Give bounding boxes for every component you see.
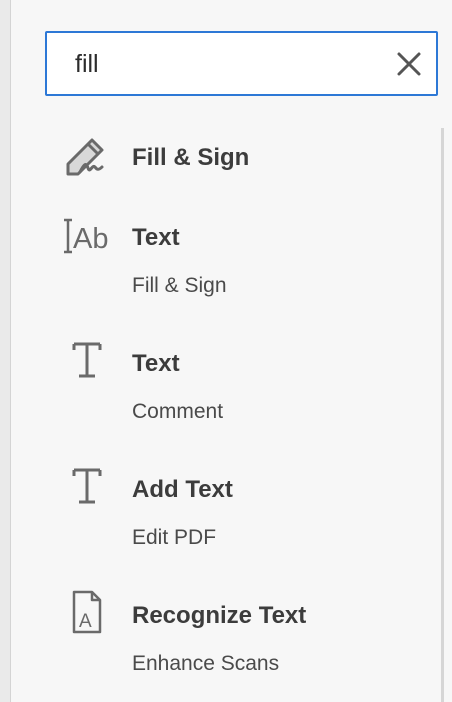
result-title: Recognize Text (132, 602, 307, 629)
result-title: Fill & Sign (132, 144, 250, 171)
result-add-text[interactable]: Add Text Edit PDF (10, 464, 440, 564)
text-t-icon (72, 468, 102, 504)
result-subtitle: Edit PDF (132, 526, 217, 549)
search-input[interactable] (75, 47, 375, 81)
fill-sign-pen-icon (66, 138, 104, 176)
recognize-text-document-icon: A (72, 590, 102, 634)
text-t-icon (72, 342, 102, 378)
result-subtitle: Enhance Scans (132, 652, 280, 675)
svg-text:Ab: Ab (73, 223, 108, 255)
text-field-ab-icon: Ab (64, 218, 108, 255)
search-results-list: Fill & Sign Ab Text Fill & Sign Text Com… (10, 128, 442, 702)
result-title: Text (132, 350, 180, 377)
search-box[interactable] (45, 31, 438, 96)
svg-text:A: A (79, 611, 92, 632)
result-fill-and-sign[interactable]: Fill & Sign (10, 128, 440, 194)
result-title: Add Text (132, 476, 233, 503)
close-icon (397, 52, 421, 76)
result-text-fill-sign[interactable]: Ab Text Fill & Sign (10, 212, 440, 312)
clear-search-button[interactable] (396, 51, 422, 77)
result-title: Text (132, 224, 180, 251)
result-text-comment[interactable]: Text Comment (10, 338, 440, 438)
result-recognize-text[interactable]: A Recognize Text Enhance Scans (10, 590, 440, 690)
result-subtitle: Comment (132, 400, 224, 423)
result-subtitle: Fill & Sign (132, 274, 227, 297)
results-scrollbar[interactable] (441, 128, 444, 702)
